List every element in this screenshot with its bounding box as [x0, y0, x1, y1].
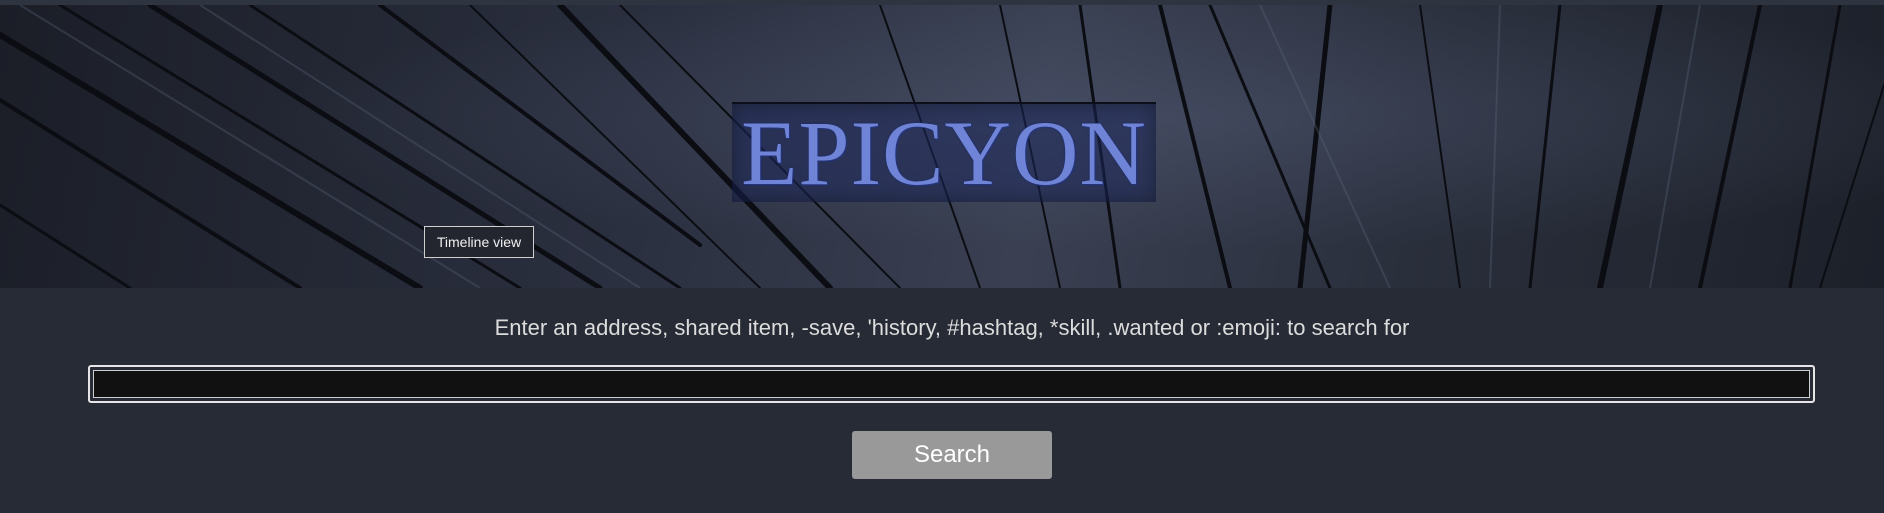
- epicyon-logo: EPICYON: [732, 102, 1156, 204]
- search-button[interactable]: Search: [852, 431, 1052, 479]
- logo-text: EPICYON: [741, 102, 1147, 204]
- search-field-container: [88, 365, 1815, 403]
- timeline-view-button[interactable]: Timeline view: [424, 226, 534, 258]
- search-prompt: Enter an address, shared item, -save, 'h…: [494, 315, 1410, 340]
- header-banner: EPICYON Timeline view: [0, 5, 1884, 288]
- search-input[interactable]: [93, 370, 1810, 398]
